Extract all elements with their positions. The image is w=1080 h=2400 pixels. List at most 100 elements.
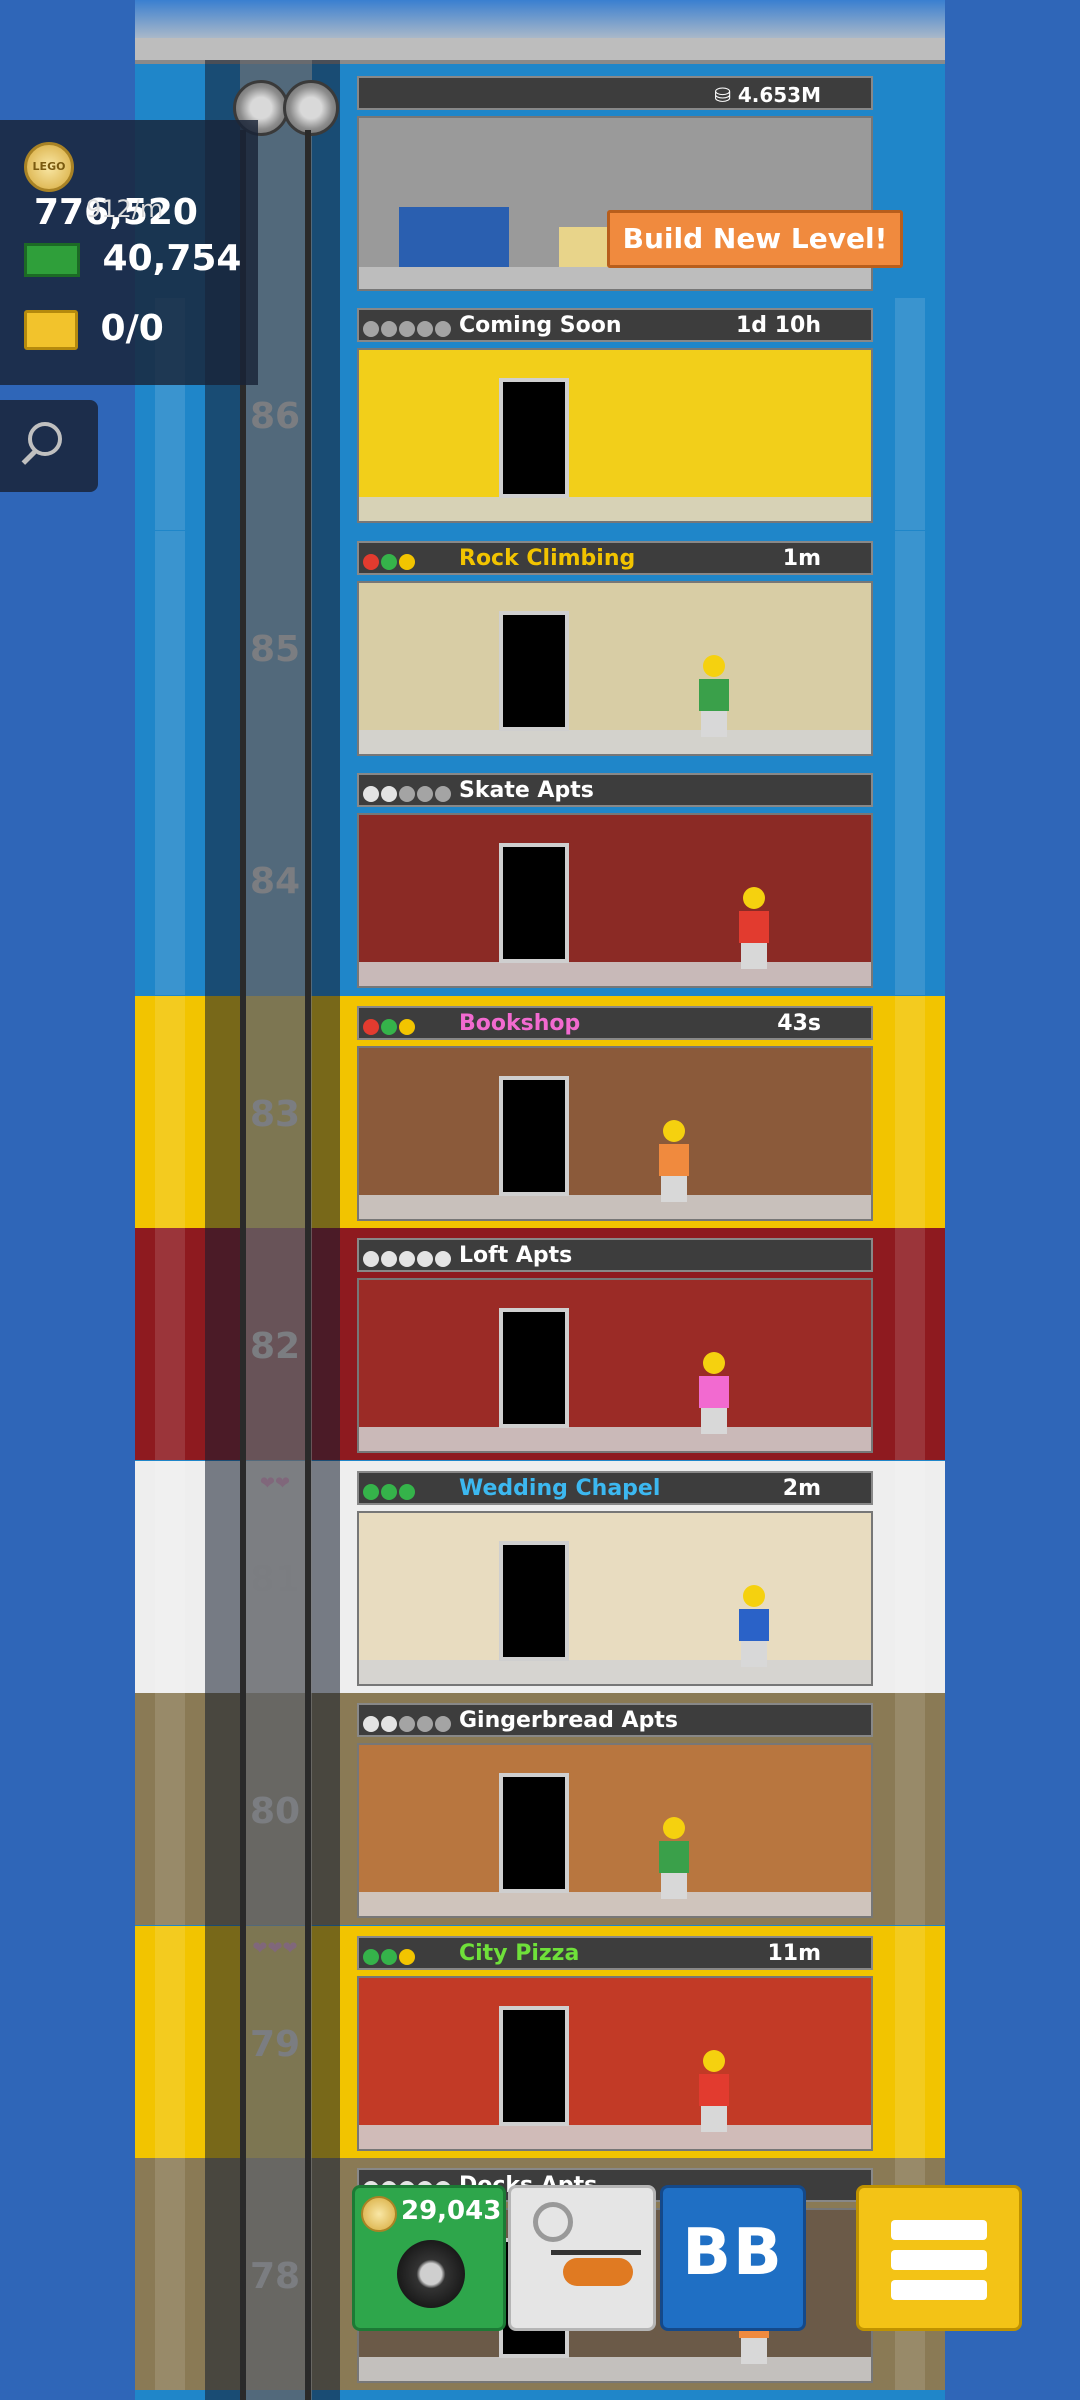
floor-room[interactable]: [357, 813, 873, 988]
bricks-row: 0/0: [24, 308, 164, 350]
coin-icon: [361, 2196, 397, 2232]
stock-dot-icon: [363, 786, 379, 802]
floor-label-bar: Rock Climbing 1m: [357, 541, 873, 575]
floor-timer: 1m: [782, 546, 821, 571]
coin-icon: LEGO: [24, 142, 74, 192]
elevator-cable: [305, 130, 311, 2400]
stock-dot-icon: [363, 554, 379, 570]
build-new-level-button[interactable]: Build New Level!: [607, 210, 903, 268]
floor-pillar: [895, 1461, 925, 1693]
minifigure[interactable]: [699, 2050, 729, 2132]
minifigure[interactable]: [739, 1585, 769, 1667]
floor-pillar: [895, 1228, 925, 1460]
minifigure[interactable]: [739, 887, 769, 969]
floor-room[interactable]: [357, 348, 873, 523]
floor-stock-dots: [363, 1944, 417, 1969]
stock-dot-icon: [399, 1019, 415, 1035]
minifigure[interactable]: [659, 1120, 689, 1202]
floor-room[interactable]: [357, 1511, 873, 1686]
stock-dot-icon: [381, 554, 397, 570]
stock-dot-icon: [363, 1949, 379, 1965]
floor-pillar: [155, 1228, 185, 1460]
floor-stock-dots: [363, 316, 453, 341]
search-button[interactable]: [0, 400, 98, 492]
stock-dot-icon: [417, 786, 433, 802]
stock-dot-icon: [399, 1484, 415, 1500]
minifigure[interactable]: [699, 655, 729, 737]
room-door: [499, 843, 569, 963]
room-door: [499, 378, 569, 498]
stock-dot-icon: [399, 554, 415, 570]
helicopter-rotor: [551, 2250, 641, 2255]
minifigure[interactable]: [699, 1352, 729, 1434]
floor-pillar: [155, 1693, 185, 1925]
vehicles-button[interactable]: 29,043: [352, 2185, 506, 2331]
floor-name: Wedding Chapel: [459, 1476, 661, 1501]
stock-dot-icon: [381, 1949, 397, 1965]
room-floor: [359, 497, 871, 521]
stock-dot-icon: [381, 786, 397, 802]
menu-icon: [891, 2220, 987, 2240]
stock-dot-icon: [435, 1251, 451, 1267]
coin-rate: 912/m: [86, 195, 164, 223]
stock-dot-icon: [399, 321, 415, 337]
floor-pillar: [895, 531, 925, 763]
floor-label-bar: Loft Apts: [357, 1238, 873, 1272]
stock-dot-icon: [399, 786, 415, 802]
bricks-value: 0/0: [100, 308, 164, 349]
floor-room[interactable]: [357, 581, 873, 756]
floor-name: Coming Soon: [459, 313, 622, 338]
floor-timer: 11m: [767, 1941, 821, 1966]
menu-button[interactable]: [856, 2185, 1022, 2331]
stock-dot-icon: [381, 1019, 397, 1035]
floor-room[interactable]: [357, 1046, 873, 1221]
room-door: [499, 1773, 569, 1893]
floor-name: Gingerbread Apts: [459, 1708, 678, 1733]
floor-name: City Pizza: [459, 1941, 580, 1966]
floor-pillar: [895, 1926, 925, 2158]
floor-label-bar: Wedding Chapel 2m: [357, 1471, 873, 1505]
stock-dot-icon: [435, 1716, 451, 1732]
bux-row: 40,754: [24, 238, 241, 279]
floor-room[interactable]: [357, 1278, 873, 1453]
brick-icon: [24, 310, 78, 350]
floor-stock-dots: [363, 781, 453, 806]
floor-pillar: [895, 298, 925, 530]
elevator-cable: [240, 130, 246, 2400]
stock-dot-icon: [381, 1716, 397, 1732]
room-floor: [359, 1427, 871, 1451]
bux-value: 40,754: [102, 238, 242, 279]
stock-dot-icon: [417, 1716, 433, 1732]
room-door: [499, 1076, 569, 1196]
search-icon-handle: [21, 450, 37, 465]
floor-pillar: [895, 996, 925, 1228]
bux-button[interactable]: BB: [660, 2185, 806, 2331]
stock-dot-icon: [435, 786, 451, 802]
floor-stock-dots: [363, 1711, 453, 1736]
new-level-cost: ⛁ 4.653M: [714, 83, 821, 107]
stock-dot-icon: [363, 1251, 379, 1267]
stock-dot-icon: [399, 1716, 415, 1732]
minifigure[interactable]: [659, 1817, 689, 1899]
magnifier-icon: [533, 2202, 573, 2242]
floor-stock-dots: [363, 1479, 417, 1504]
stock-dot-icon: [381, 321, 397, 337]
bux-icon: [24, 243, 80, 277]
resource-panel: LEGO 776,520 912/m 40,754 0/0: [0, 120, 258, 385]
vehicle-count: 29,043: [401, 2196, 502, 2226]
tire-icon: [397, 2240, 465, 2308]
elevator-track: [240, 60, 312, 2400]
explore-button[interactable]: [508, 2185, 656, 2331]
room-floor: [359, 2357, 871, 2381]
stock-dot-icon: [399, 1251, 415, 1267]
floor-room[interactable]: [357, 1976, 873, 2151]
floor-name: Loft Apts: [459, 1243, 573, 1268]
elevator-gear-icon: [283, 80, 339, 136]
stock-dot-icon: [435, 321, 451, 337]
stock-dot-icon: [417, 1251, 433, 1267]
room-floor: [359, 2125, 871, 2149]
floor-pillar: [155, 763, 185, 995]
new-level-bar: ⛁ 4.653M: [357, 76, 873, 110]
floor-room[interactable]: [357, 1743, 873, 1918]
floor-pillar: [155, 1926, 185, 2158]
